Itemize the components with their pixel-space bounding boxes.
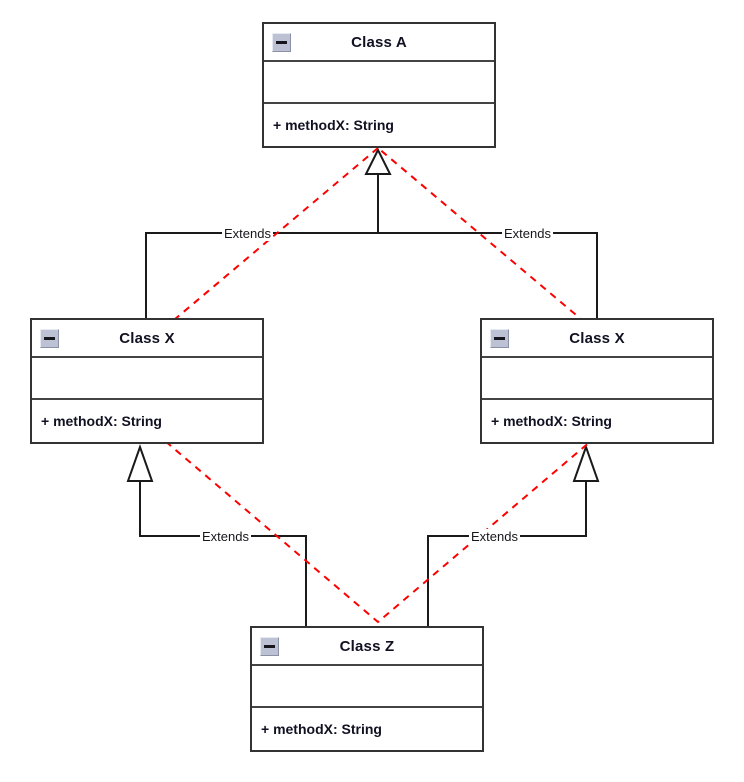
uml-class-box-class-x-right[interactable]: Class X + methodX: String xyxy=(480,318,714,444)
uml-operations-compartment: + methodX: String xyxy=(482,400,712,442)
uml-class-name: Class A xyxy=(351,33,407,51)
uml-operations-compartment: + methodX: String xyxy=(32,400,262,442)
minus-icon-bar xyxy=(276,41,287,44)
uml-class-box-class-z[interactable]: Class Z + methodX: String xyxy=(250,626,484,752)
minus-icon-bar xyxy=(494,337,505,340)
uml-operation-item: + methodX: String xyxy=(261,721,382,737)
edge-label-extends-class-x-left-to-class-a[interactable]: Extends xyxy=(222,226,273,241)
diagram-canvas[interactable]: Class A + methodX: String Class X + meth… xyxy=(0,0,744,782)
uml-class-title-bar: Class X xyxy=(32,320,262,358)
uml-operation-item: + methodX: String xyxy=(41,413,162,429)
uml-operations-compartment: + methodX: String xyxy=(264,104,494,146)
minus-icon[interactable] xyxy=(490,329,509,348)
uml-attributes-compartment xyxy=(252,666,482,708)
uml-class-name: Class Z xyxy=(339,637,395,655)
minus-icon[interactable] xyxy=(40,329,59,348)
uml-operation-item: + methodX: String xyxy=(273,117,394,133)
inheritance-arrowhead xyxy=(572,443,600,482)
uml-class-title-bar: Class Z xyxy=(252,628,482,666)
uml-class-title-bar: Class X xyxy=(482,320,712,358)
edge-label-extends-class-z-to-class-x-right[interactable]: Extends xyxy=(469,529,520,544)
uml-attributes-compartment xyxy=(264,62,494,104)
edge-label-extends-class-x-right-to-class-a[interactable]: Extends xyxy=(502,226,553,241)
uml-class-box-class-x-left[interactable]: Class X + methodX: String xyxy=(30,318,264,444)
uml-attributes-compartment xyxy=(32,358,262,400)
minus-icon[interactable] xyxy=(260,637,279,656)
uml-class-name: Class X xyxy=(119,329,175,347)
inheritance-arrowhead xyxy=(126,443,154,482)
minus-icon-bar xyxy=(264,645,275,648)
uml-operations-compartment: + methodX: String xyxy=(252,708,482,750)
uml-operation-item: + methodX: String xyxy=(491,413,612,429)
edge-label-extends-class-z-to-class-x-left[interactable]: Extends xyxy=(200,529,251,544)
uml-class-box-class-a[interactable]: Class A + methodX: String xyxy=(262,22,496,148)
uml-class-title-bar: Class A xyxy=(264,24,494,62)
minus-icon[interactable] xyxy=(272,33,291,52)
uml-class-name: Class X xyxy=(569,329,625,347)
minus-icon-bar xyxy=(44,337,55,340)
inheritance-arrowhead xyxy=(364,147,392,175)
generalization-edge-class-x-right-to-class-a[interactable] xyxy=(378,232,598,318)
uml-attributes-compartment xyxy=(482,358,712,400)
